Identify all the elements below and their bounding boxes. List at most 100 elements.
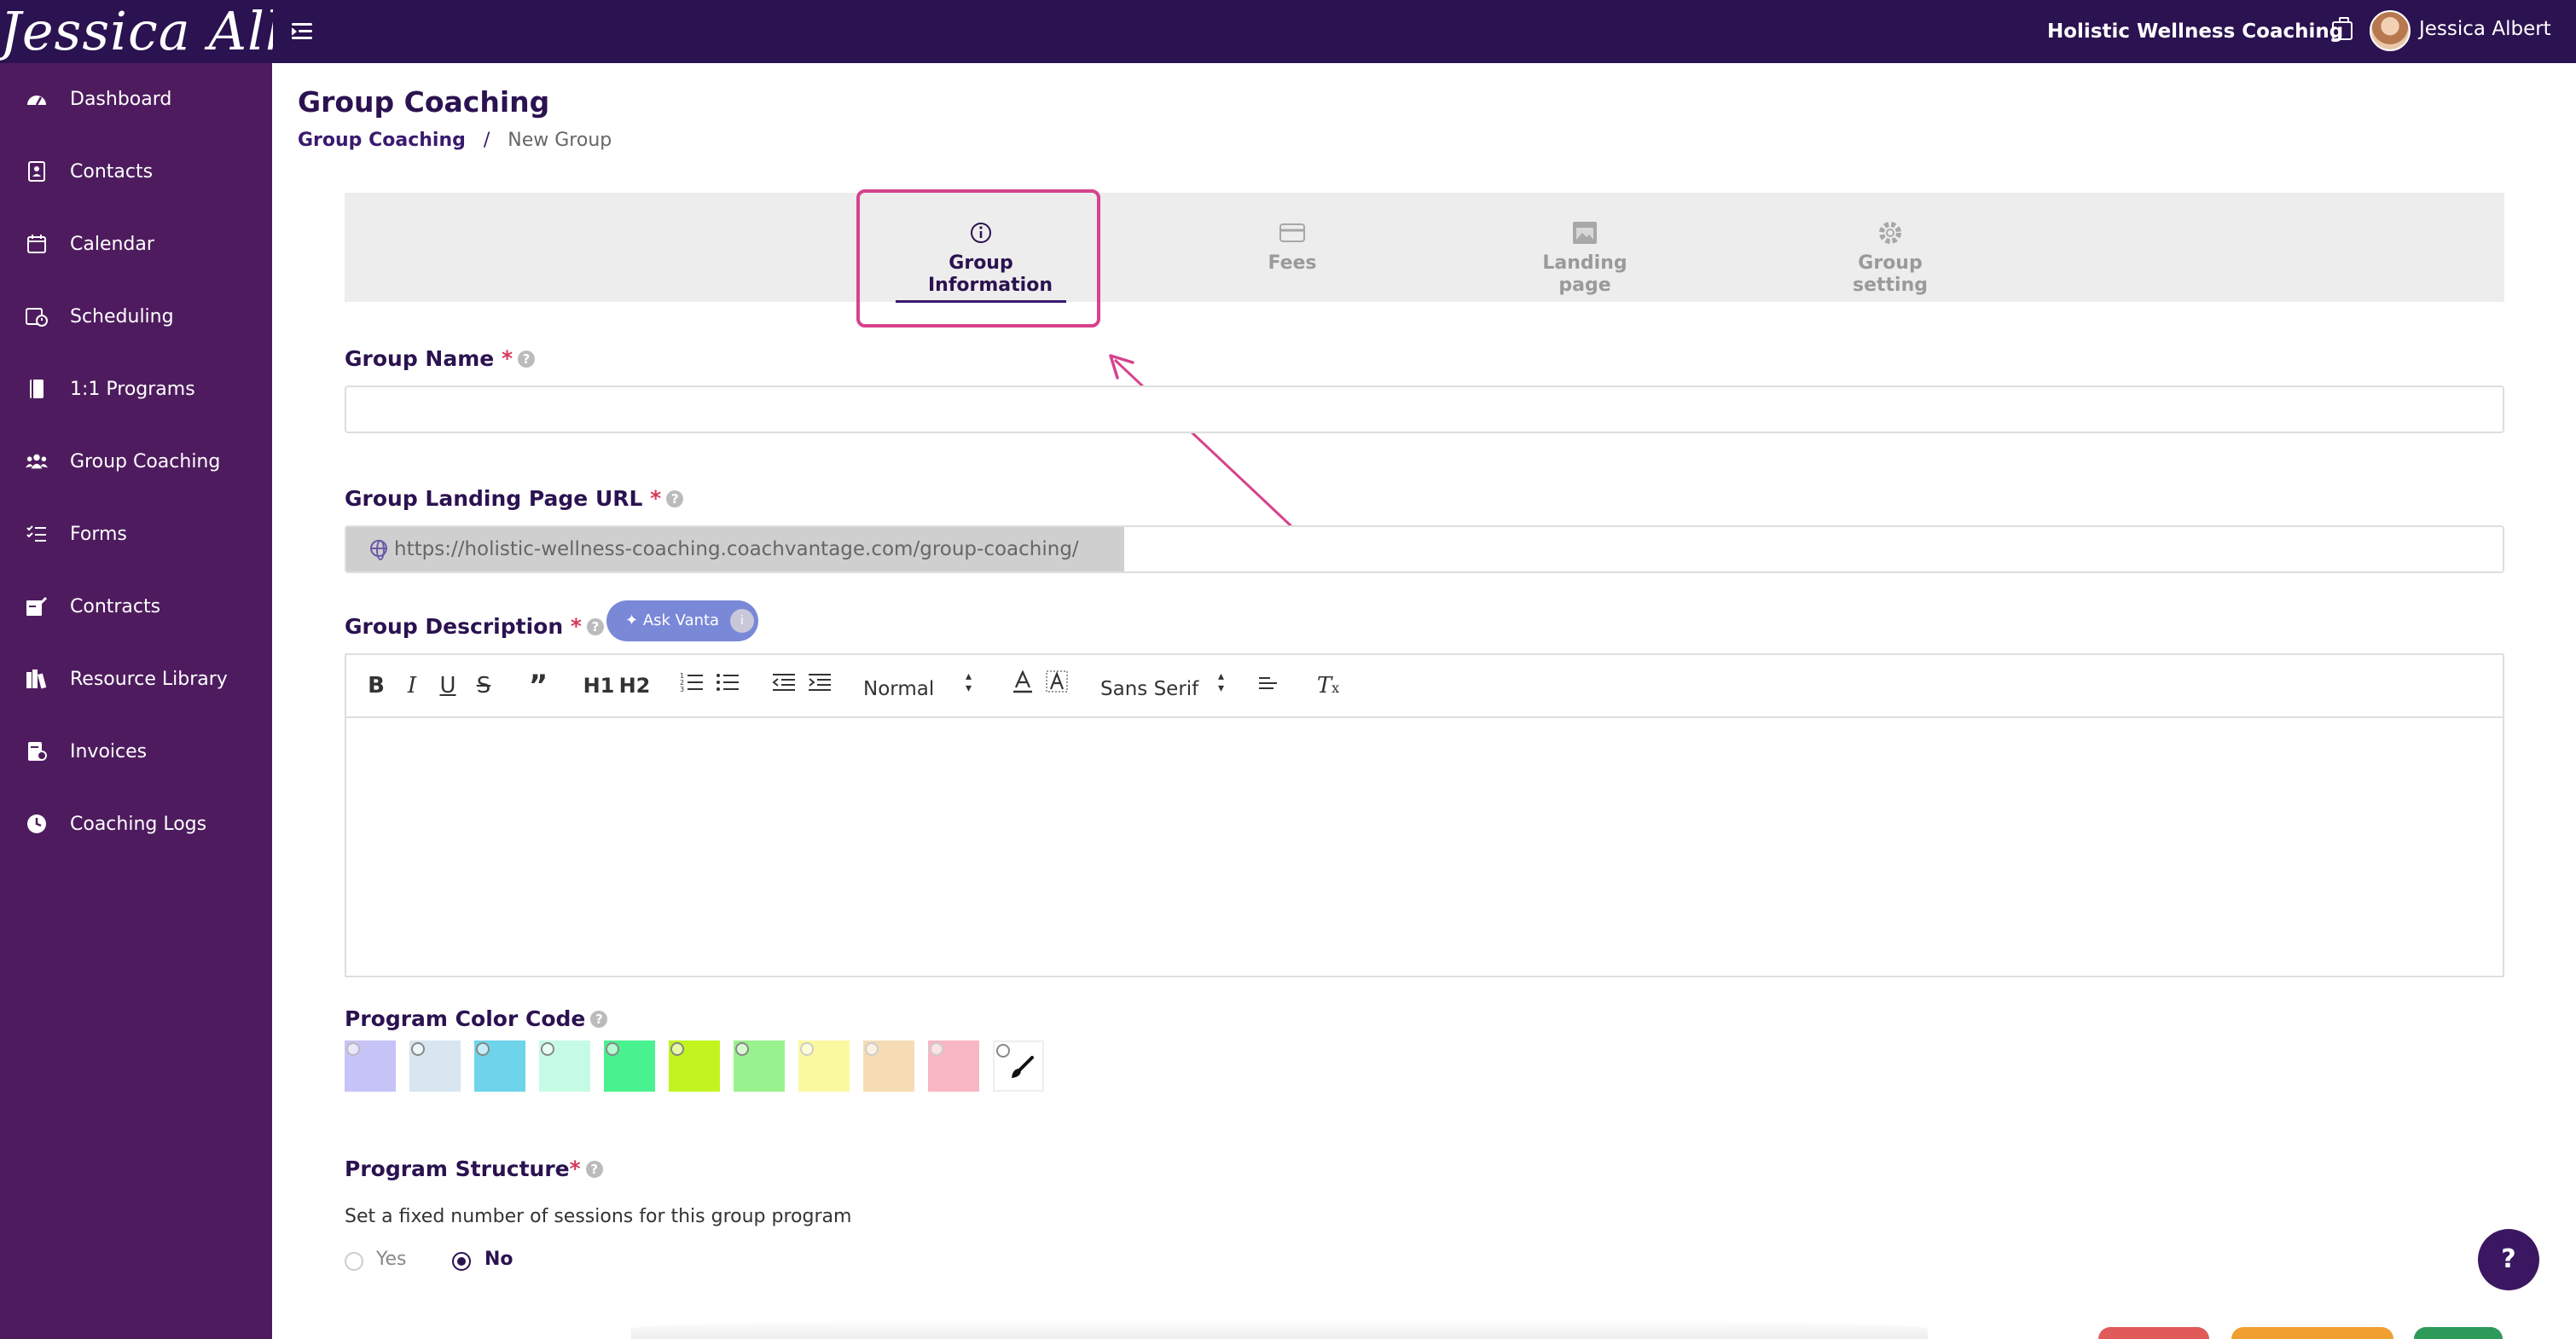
strike-button[interactable]: S <box>471 670 496 701</box>
step-landing-page[interactable]: Landing page <box>1465 193 1704 302</box>
radio-yes[interactable] <box>345 1252 363 1271</box>
ordered-list-icon[interactable]: 123 <box>677 670 706 701</box>
group-name-input[interactable] <box>345 385 2504 433</box>
color-code-label: Program Color Code? <box>345 1006 608 1031</box>
sidebar: Dashboard Contacts Calendar Scheduling 1… <box>0 63 272 1339</box>
help-icon[interactable]: ? <box>585 1161 603 1178</box>
h2-button[interactable]: H2 <box>618 670 652 701</box>
help-icon[interactable]: ? <box>518 351 536 368</box>
dashboard-icon <box>26 88 48 110</box>
underline-button[interactable]: U <box>435 670 461 701</box>
bullet-list-icon[interactable] <box>713 670 742 701</box>
url-prefix: https://holistic-wellness-coaching.coach… <box>346 527 1124 571</box>
color-swatch[interactable] <box>474 1040 525 1092</box>
sidebar-item-label: Invoices <box>70 740 148 762</box>
editor-content[interactable] <box>346 718 2503 974</box>
page-title: Group Coaching <box>298 85 550 119</box>
program-structure-label: Program Structure*? <box>345 1156 603 1181</box>
sidebar-item-label: Resource Library <box>70 668 228 690</box>
forms-icon <box>26 523 48 545</box>
color-swatch[interactable] <box>345 1040 396 1092</box>
step-label: Group setting <box>1853 252 1928 296</box>
top-bar: Jessica Albert Holistic Wellness Coachin… <box>0 0 2576 63</box>
description-editor: B I U S ” H1 H2 123 Normal ▴ ▾ Sans Serif ▴… <box>345 653 2504 977</box>
color-swatch[interactable] <box>863 1040 914 1092</box>
gear-icon <box>1877 220 1903 246</box>
sidebar-item-label: Contacts <box>70 160 154 183</box>
font-select[interactable]: Sans Serif ▴ ▾ <box>1100 670 1237 704</box>
brand-logo[interactable]: Jessica Albert <box>0 0 273 63</box>
sidebar-item-group-coaching[interactable]: Group Coaching <box>0 435 272 488</box>
sidebar-item-coaching-logs[interactable]: Coaching Logs <box>0 797 272 850</box>
sidebar-item-label: Scheduling <box>70 305 174 328</box>
structure-question: Set a fixed number of sessions for this … <box>345 1206 852 1227</box>
sidebar-item-programs[interactable]: 1:1 Programs <box>0 362 272 415</box>
blockquote-button[interactable]: ” <box>524 670 553 701</box>
footer-button-draft[interactable] <box>2231 1327 2393 1339</box>
sidebar-item-invoices[interactable]: Invoices <box>0 725 272 778</box>
card-icon <box>1279 220 1305 246</box>
breadcrumb-link[interactable]: Group Coaching <box>298 130 466 151</box>
sidebar-item-label: Calendar <box>70 233 154 255</box>
wizard-steps: Group Information Fees Landing page Grou… <box>345 193 2504 303</box>
ask-vanta-info-icon[interactable]: i <box>730 609 754 633</box>
indent-icon[interactable] <box>805 670 834 701</box>
color-swatch[interactable] <box>734 1040 785 1092</box>
user-name[interactable]: Jessica Albert <box>2419 0 2551 58</box>
menu-toggle-icon[interactable] <box>292 19 317 44</box>
landing-url-label: Group Landing Page URL *? <box>345 486 684 511</box>
custom-color-swatch[interactable] <box>993 1040 1044 1092</box>
description-label: Group Description *? <box>345 614 604 639</box>
color-swatch[interactable] <box>669 1040 720 1092</box>
landing-url-input[interactable]: https://holistic-wellness-coaching.coach… <box>345 525 2504 573</box>
avatar[interactable] <box>2370 10 2411 51</box>
color-swatch[interactable] <box>539 1040 590 1092</box>
h1-button[interactable]: H1 <box>582 670 616 701</box>
heading-select[interactable]: Normal ▴ ▾ <box>863 670 983 704</box>
color-swatch[interactable] <box>409 1040 461 1092</box>
contract-icon <box>26 595 48 617</box>
briefcase-icon[interactable] <box>2332 17 2353 40</box>
color-swatch[interactable] <box>798 1040 850 1092</box>
align-icon[interactable] <box>1256 670 1281 701</box>
help-button[interactable]: ? <box>2478 1229 2539 1290</box>
clear-format-icon[interactable]: Tx <box>1314 670 1343 701</box>
sidebar-item-contacts[interactable]: Contacts <box>0 145 272 198</box>
sidebar-item-calendar[interactable]: Calendar <box>0 217 272 270</box>
calendar-icon <box>26 233 48 255</box>
sidebar-item-contracts[interactable]: Contracts <box>0 580 272 633</box>
editor-toolbar: B I U S ” H1 H2 123 Normal ▴ ▾ Sans Serif ▴… <box>346 655 2503 718</box>
sparkle-icon: ✦ <box>625 612 643 629</box>
contacts-icon <box>26 160 48 183</box>
italic-button[interactable]: I <box>399 670 425 701</box>
step-fees[interactable]: Fees <box>1173 193 1412 302</box>
sidebar-item-dashboard[interactable]: Dashboard <box>0 72 272 125</box>
text-color-icon[interactable] <box>1008 670 1037 701</box>
step-group-setting[interactable]: Group setting <box>1771 193 2010 302</box>
sidebar-item-label: Coaching Logs <box>70 813 207 835</box>
sidebar-item-scheduling[interactable]: Scheduling <box>0 290 272 343</box>
help-icon[interactable]: ? <box>586 618 604 635</box>
help-icon[interactable]: ? <box>590 1011 608 1028</box>
group-icon <box>26 450 48 472</box>
footer-button-next[interactable] <box>2414 1327 2503 1339</box>
sidebar-item-resource-library[interactable]: Resource Library <box>0 652 272 705</box>
radio-no-label[interactable]: No <box>484 1249 513 1270</box>
outdent-icon[interactable] <box>769 670 798 701</box>
sidebar-item-label: 1:1 Programs <box>70 378 195 400</box>
radio-yes-label[interactable]: Yes <box>376 1249 407 1270</box>
globe-icon <box>370 540 387 560</box>
sidebar-item-forms[interactable]: Forms <box>0 507 272 560</box>
scheduling-icon <box>26 305 48 328</box>
footer-button-cancel[interactable] <box>2098 1327 2209 1339</box>
color-swatch[interactable] <box>604 1040 655 1092</box>
color-swatch[interactable] <box>928 1040 979 1092</box>
breadcrumb: Group Coaching / New Group <box>298 130 612 151</box>
radio-no[interactable] <box>452 1252 471 1271</box>
help-icon[interactable]: ? <box>666 490 684 507</box>
annotation-highlight-box <box>856 189 1100 328</box>
bold-button[interactable]: B <box>363 670 389 701</box>
select-arrows-icon: ▴ ▾ <box>1218 670 1225 695</box>
sidebar-item-label: Group Coaching <box>70 450 221 472</box>
background-color-icon[interactable] <box>1042 670 1071 701</box>
